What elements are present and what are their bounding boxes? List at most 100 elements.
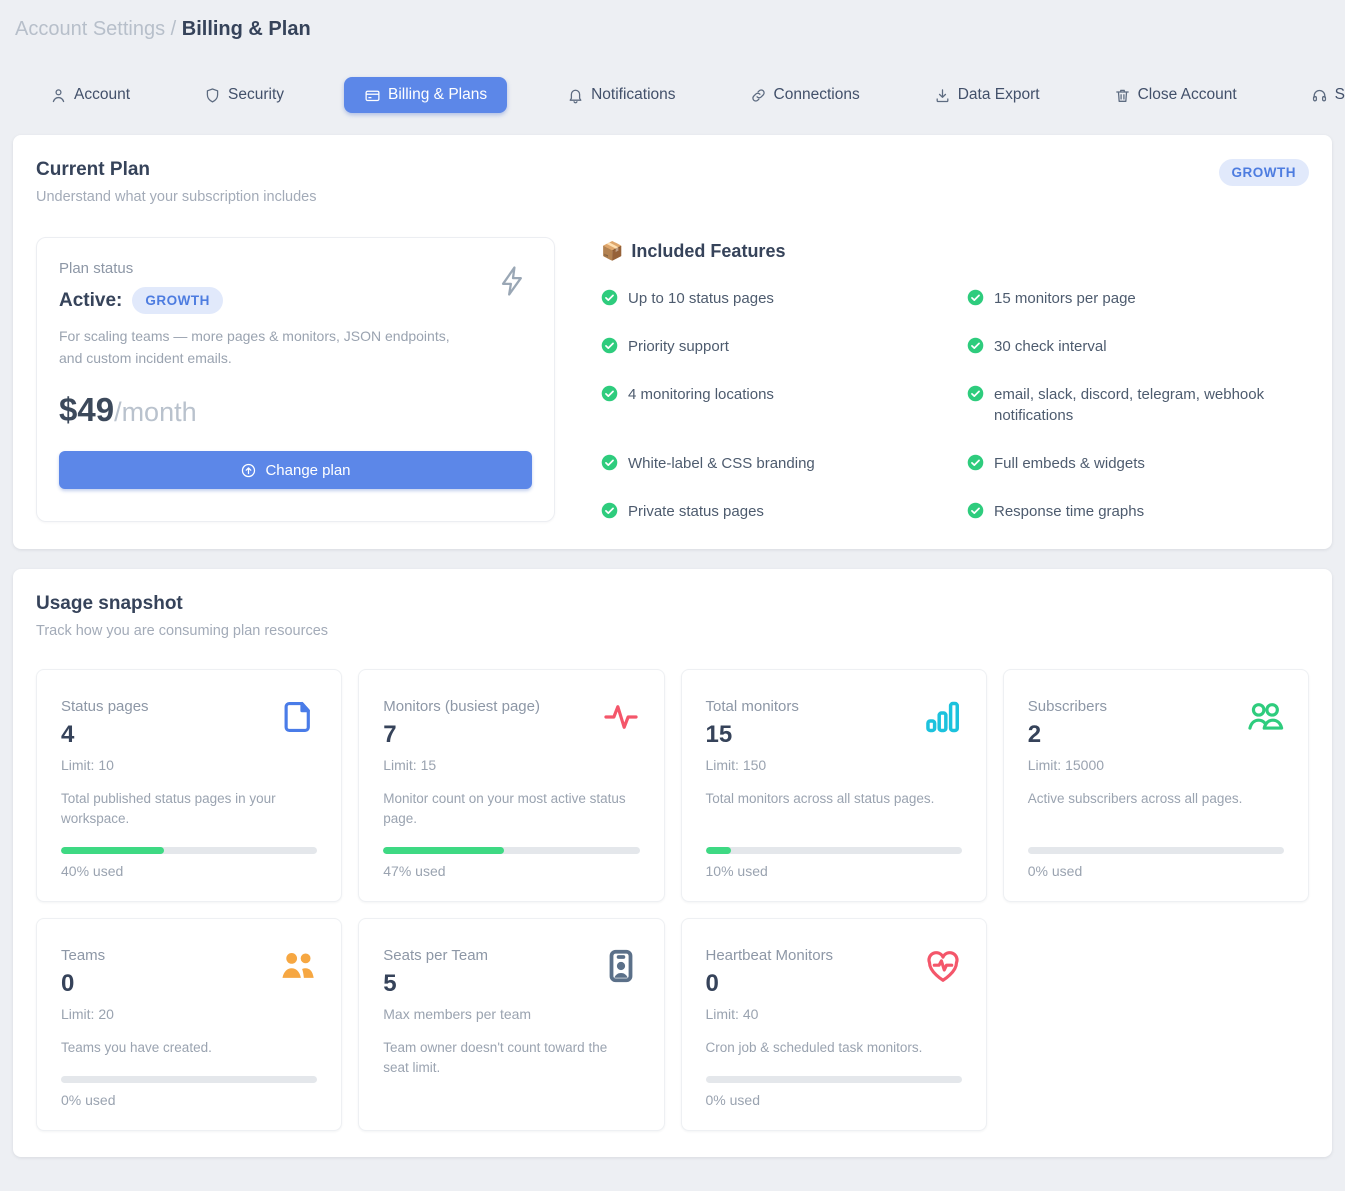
progress-fill: [61, 847, 164, 854]
usage-percent-label: 40% used: [61, 863, 317, 879]
people-outline-icon: [1246, 698, 1284, 741]
feature-label: email, slack, discord, telegram, webhook…: [994, 384, 1309, 428]
usage-progress: 0% used: [706, 1058, 962, 1108]
feature-label: Up to 10 status pages: [628, 288, 774, 310]
feature-item: 4 monitoring locations: [601, 384, 943, 406]
feature-grid: Up to 10 status pages 15 monitors per pag…: [601, 288, 1309, 523]
tab-label: Data Export: [958, 86, 1040, 104]
usage-card-description: Team owner doesn't count toward the seat…: [383, 1038, 639, 1079]
tab-security[interactable]: Security: [190, 77, 298, 113]
feature-label: Private status pages: [628, 501, 764, 523]
price-period: /month: [114, 397, 197, 428]
price-amount: $49: [59, 391, 114, 429]
feature-item: Response time graphs: [967, 501, 1309, 523]
billing-plan-page: Account Settings / Billing & Plan Accoun…: [0, 0, 1345, 1191]
tab-billing-plans[interactable]: Billing & Plans: [344, 77, 507, 113]
feature-label: 30 check interval: [994, 336, 1107, 358]
current-plan-heading-group: Current Plan Understand what your subscr…: [36, 159, 316, 205]
change-plan-button[interactable]: Change plan: [59, 451, 532, 489]
id-badge-icon: [602, 947, 640, 990]
progress-track: [61, 1076, 317, 1083]
feature-item: 15 monitors per page: [967, 288, 1309, 310]
card-icon: [364, 87, 381, 104]
lightning-bolt-icon: [496, 264, 530, 303]
progress-track: [383, 847, 639, 854]
link-icon: [750, 87, 767, 104]
check-circle-icon: [601, 337, 618, 354]
tab-label: Security: [228, 86, 284, 104]
breadcrumb: Account Settings / Billing & Plan: [13, 12, 1332, 41]
usage-card-description: Total published status pages in your wor…: [61, 789, 317, 830]
plan-status-row: Active: GROWTH: [59, 287, 532, 314]
usage-card-description: Active subscribers across all pages.: [1028, 789, 1284, 809]
tab-label: Billing & Plans: [388, 86, 487, 104]
plan-body: Plan status Active: GROWTH For scaling t…: [36, 237, 1309, 523]
usage-progress: 40% used: [61, 829, 317, 879]
person-icon: [50, 87, 67, 104]
plan-badge: GROWTH: [1219, 159, 1310, 186]
tab-data-export[interactable]: Data Export: [920, 77, 1054, 113]
included-features: 📦 Included Features Up to 10 status page…: [601, 237, 1309, 523]
breadcrumb-current: Billing & Plan: [182, 18, 311, 40]
tab-account[interactable]: Account: [36, 77, 144, 113]
trash-icon: [1114, 87, 1131, 104]
progress-fill: [706, 847, 732, 854]
usage-card-status-pages: Status pages4Limit: 10Total published st…: [36, 669, 342, 903]
usage-card-description: Cron job & scheduled task monitors.: [706, 1038, 962, 1058]
usage-progress: 0% used: [1028, 829, 1284, 879]
usage-card-limit: Limit: 15: [383, 757, 639, 773]
pulse-icon: [602, 698, 640, 741]
feature-item: 30 check interval: [967, 336, 1309, 358]
usage-card-subscribers: Subscribers2Limit: 15000Active subscribe…: [1003, 669, 1309, 903]
bell-icon: [567, 87, 584, 104]
tab-label: Connections: [774, 86, 860, 104]
feature-item: email, slack, discord, telegram, webhook…: [967, 384, 1309, 428]
usage-progress: 0% used: [61, 1058, 317, 1108]
usage-card-limit: Limit: 10: [61, 757, 317, 773]
usage-card-teams: Teams0Limit: 20Teams you have created.0%…: [36, 918, 342, 1131]
progress-fill: [383, 847, 503, 854]
check-circle-icon: [967, 454, 984, 471]
check-circle-icon: [967, 385, 984, 402]
plan-status-label: Plan status: [59, 260, 532, 277]
tab-notifications[interactable]: Notifications: [553, 77, 689, 113]
circle-up-arrow-icon: [240, 462, 257, 479]
tab-label: Support: [1335, 86, 1345, 104]
tab-close-account[interactable]: Close Account: [1100, 77, 1251, 113]
current-plan-card: Current Plan Understand what your subscr…: [13, 135, 1332, 549]
check-circle-icon: [967, 289, 984, 306]
check-circle-icon: [601, 454, 618, 471]
plan-status-badge: GROWTH: [132, 287, 223, 314]
feature-item: White-label & CSS branding: [601, 453, 943, 475]
tab-label: Account: [74, 86, 130, 104]
document-icon: [279, 698, 317, 741]
current-plan-title: Current Plan: [36, 159, 316, 181]
current-plan-header: Current Plan Understand what your subscr…: [36, 159, 1309, 205]
usage-card-seats-per-team: Seats per Team5Max members per teamTeam …: [358, 918, 664, 1131]
usage-grid: Status pages4Limit: 10Total published st…: [36, 669, 1309, 1132]
check-circle-icon: [967, 337, 984, 354]
tab-connections[interactable]: Connections: [736, 77, 874, 113]
usage-percent-label: 0% used: [1028, 863, 1284, 879]
check-circle-icon: [601, 502, 618, 519]
usage-card-monitors-busiest-page: Monitors (busiest page)7Limit: 15Monitor…: [358, 669, 664, 903]
tab-bar: Account Security Billing & Plans Notificati…: [13, 77, 1332, 113]
progress-track: [706, 847, 962, 854]
progress-track: [1028, 847, 1284, 854]
bar-chart-icon: [924, 698, 962, 741]
usage-card-limit: Limit: 15000: [1028, 757, 1284, 773]
usage-card-description: Total monitors across all status pages.: [706, 789, 962, 809]
plan-description: For scaling teams — more pages & monitor…: [59, 326, 469, 369]
check-circle-icon: [601, 289, 618, 306]
plan-price: $49 /month: [59, 391, 532, 429]
progress-track: [61, 847, 317, 854]
usage-card-total-monitors: Total monitors15Limit: 150Total monitors…: [681, 669, 987, 903]
feature-item: Priority support: [601, 336, 943, 358]
package-icon: 📦: [601, 241, 623, 262]
plan-status-value: Active:: [59, 290, 122, 312]
usage-card-limit: Max members per team: [383, 1006, 639, 1022]
breadcrumb-section[interactable]: Account Settings /: [15, 18, 176, 40]
usage-percent-label: 10% used: [706, 863, 962, 879]
tab-support[interactable]: Support: [1297, 77, 1345, 113]
tab-label: Close Account: [1138, 86, 1237, 104]
